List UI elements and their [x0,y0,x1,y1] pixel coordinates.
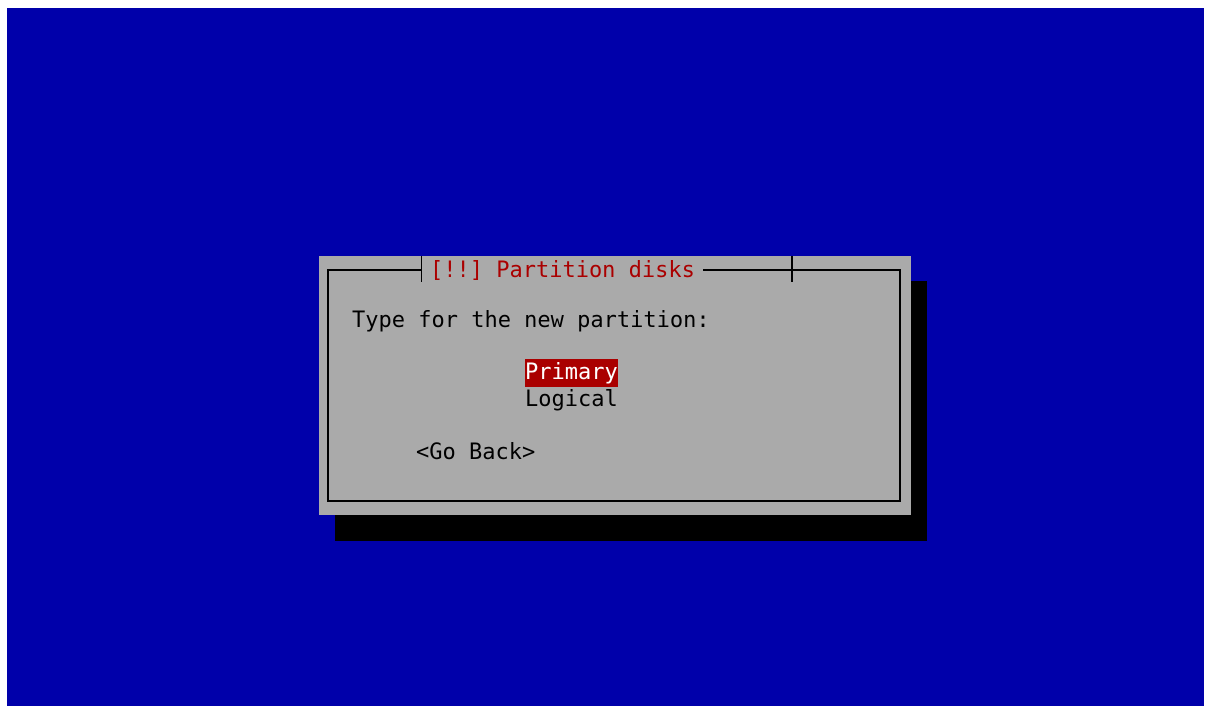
dialog-title: [!!] Partition disks [422,256,703,286]
go-back-button[interactable]: <Go Back> [416,439,535,467]
option-logical[interactable]: Logical [525,386,618,414]
option-primary[interactable]: Primary [525,359,618,387]
partition-dialog: [!!] Partition disks Type for the new pa… [319,256,911,515]
title-right-tick [791,256,793,282]
installer-screen: [!!] Partition disks Type for the new pa… [7,8,1204,706]
prompt-text: Type for the new partition: [352,308,710,333]
